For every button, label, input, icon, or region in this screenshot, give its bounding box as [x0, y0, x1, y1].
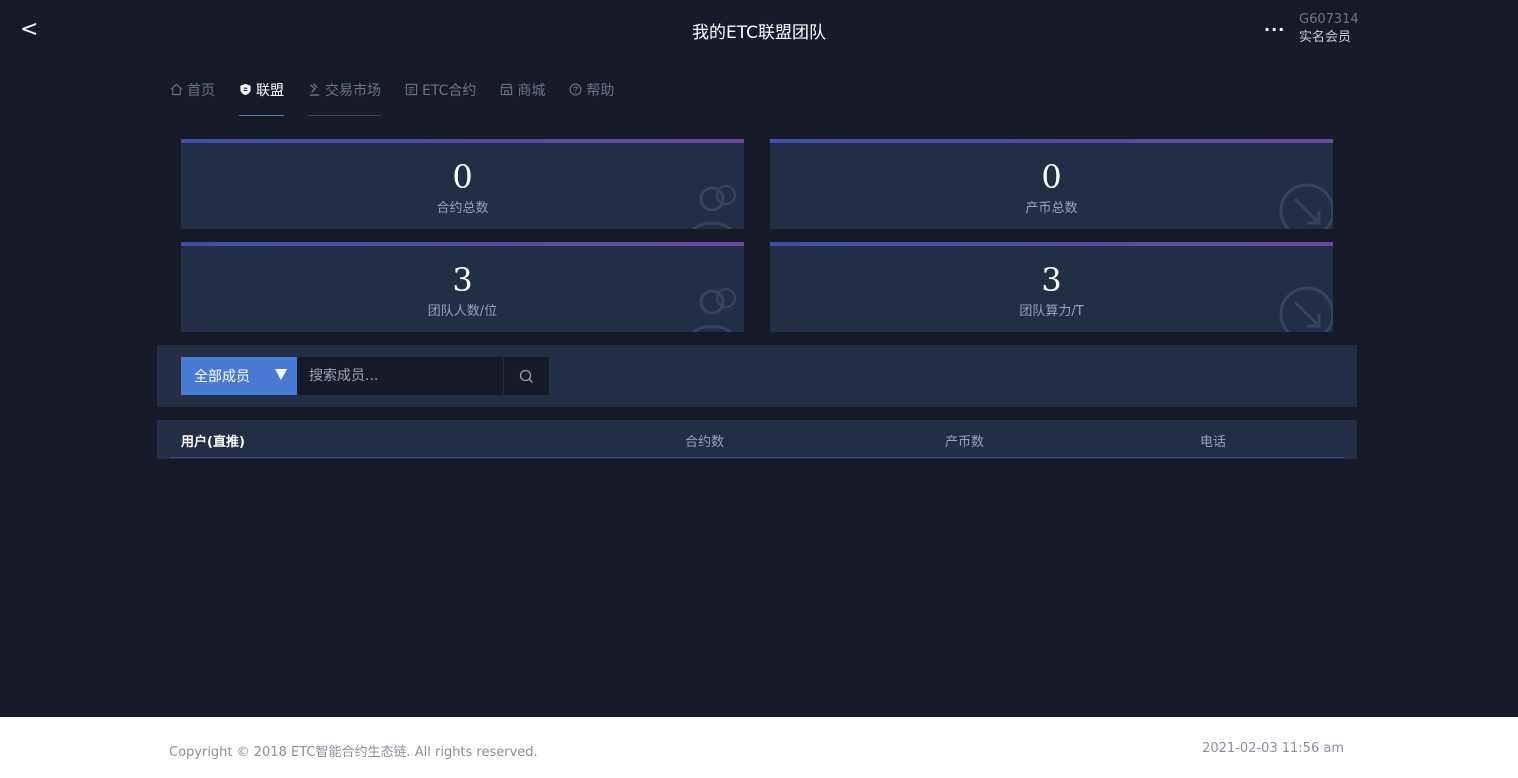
member-search-input[interactable]	[297, 357, 503, 395]
stat-value: 0	[452, 158, 473, 196]
users-icon	[692, 185, 736, 229]
stat-card-team-hashrate: 3 团队算力/T	[770, 242, 1333, 332]
nav-item-label: 首页	[187, 83, 215, 99]
more-menu-button[interactable]: ···	[1264, 20, 1285, 39]
shield-icon	[240, 83, 251, 96]
user-info[interactable]: G607314 实名会员	[1299, 11, 1359, 47]
nav-item-market[interactable]: 交易市场	[308, 76, 381, 116]
members-table-header: 用户(直推) 合约数 产币数 电话	[157, 420, 1357, 459]
copyright-text: Copyright © 2018 ETC智能合约生态链. All rights …	[169, 745, 538, 760]
help-icon	[569, 83, 582, 96]
column-header-coins[interactable]: 产币数	[945, 431, 984, 450]
nav-item-label: 商城	[517, 83, 546, 99]
nav-item-label: 帮助	[586, 83, 615, 99]
column-header-user[interactable]: 用户(直推)	[181, 431, 245, 450]
stats-grid: 0 合约总数 0 产币总数 3 团队人数/位 3 团队算力/T	[181, 139, 1333, 332]
nav-item-label: 交易市场	[325, 83, 381, 99]
user-role: 实名会员	[1299, 30, 1352, 45]
footer: Copyright © 2018 ETC智能合约生态链. All rights …	[0, 717, 1518, 778]
stat-card-team-members: 3 团队人数/位	[181, 242, 744, 332]
stat-label: 团队算力/T	[1019, 304, 1084, 319]
nav-item-home[interactable]: 首页	[170, 76, 215, 116]
nav-item-alliance[interactable]: 联盟	[239, 76, 284, 116]
nav-item-shop[interactable]: 商城	[500, 76, 545, 116]
user-id: G607314	[1299, 12, 1359, 27]
stat-value: 3	[452, 261, 473, 299]
search-button[interactable]	[503, 357, 549, 395]
home-icon	[170, 83, 183, 96]
timestamp: 2021-02-03 11:56 am	[1202, 741, 1344, 756]
gavel-icon	[309, 83, 320, 96]
nav-item-help[interactable]: 帮助	[569, 76, 614, 116]
member-filter-label: 全部成员	[194, 369, 250, 385]
stat-value: 0	[1041, 158, 1062, 196]
stat-card-coins: 0 产币总数	[770, 139, 1333, 229]
nav-item-contract[interactable]: ETC合约	[405, 76, 476, 116]
coin-icon	[1279, 286, 1333, 332]
caret-down-icon	[275, 369, 287, 380]
shop-icon	[501, 83, 513, 96]
main-nav: 首页 联盟 交易市场 ETC合约 商城 帮助	[170, 76, 614, 116]
stat-label: 合约总数	[436, 201, 489, 216]
page-title: 我的ETC联盟团队	[692, 23, 826, 43]
column-header-contracts[interactable]: 合约数	[685, 431, 724, 450]
users-icon	[692, 288, 736, 332]
top-bar: < 我的ETC联盟团队 ··· G607314 实名会员	[0, 0, 1518, 60]
stat-card-contracts: 0 合约总数	[181, 139, 744, 229]
search-icon	[519, 369, 533, 383]
stat-value: 3	[1041, 261, 1062, 299]
coin-icon	[1279, 183, 1333, 229]
filter-bar: 全部成员	[157, 345, 1357, 407]
stat-label: 团队人数/位	[427, 304, 498, 319]
divider	[170, 457, 1345, 458]
stat-label: 产币总数	[1025, 201, 1078, 216]
contract-icon	[405, 83, 418, 96]
nav-item-label: ETC合约	[422, 83, 477, 99]
nav-item-label: 联盟	[256, 83, 284, 99]
column-header-phone[interactable]: 电话	[1200, 431, 1226, 450]
member-filter-select[interactable]: 全部成员	[181, 357, 297, 395]
